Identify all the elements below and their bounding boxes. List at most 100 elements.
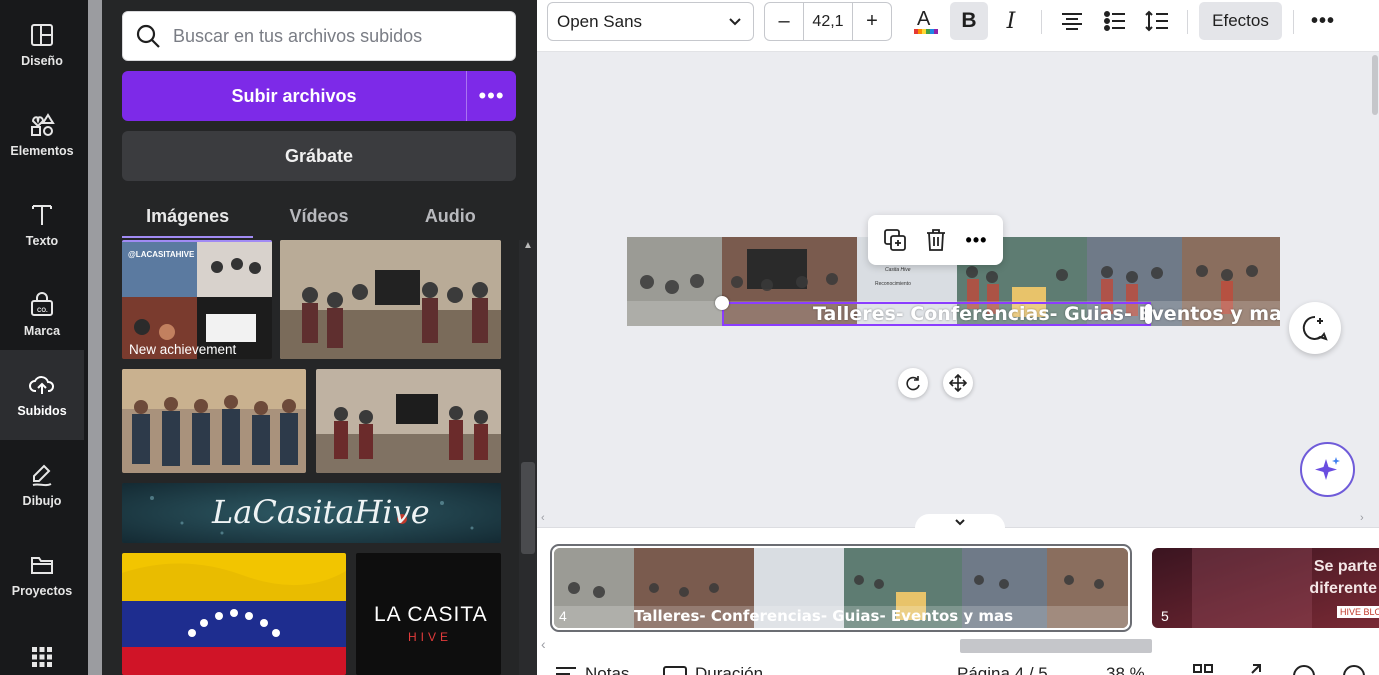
page-thumbnail-5[interactable]: Se parte diferente HIVE BLOG 5	[1152, 548, 1379, 628]
notes-label: Notas	[585, 664, 630, 675]
svg-text:CO.: CO.	[37, 308, 48, 314]
banner-text: LaCasitaHive	[212, 493, 430, 531]
resize-handle-right[interactable]	[1145, 304, 1152, 324]
font-family-select[interactable]: Open Sans	[547, 2, 754, 41]
resize-handle-left[interactable]	[715, 296, 729, 310]
more-options-button[interactable]: •••	[962, 225, 992, 255]
italic-icon: I	[1006, 8, 1016, 34]
delete-button[interactable]	[921, 225, 951, 255]
zoom-control[interactable]: 38 %	[1106, 664, 1145, 675]
scroll-left-arrow-icon[interactable]: ‹	[541, 636, 546, 652]
increase-font-size-button[interactable]: +	[853, 3, 891, 40]
move-button[interactable]	[943, 368, 973, 398]
canvas-area: Reconocimiento Casita Hive Talleres- Con…	[537, 52, 1379, 527]
panel-scrollbar-thumb[interactable]	[521, 462, 535, 554]
page-thumbnail-4[interactable]: 4 Talleres- Conferencias- Guias- Eventos…	[550, 544, 1132, 632]
grid-view-icon	[1193, 664, 1213, 673]
rail-item-brand[interactable]: CO. Marca	[0, 270, 84, 360]
duration-button[interactable]: Duración	[663, 664, 763, 675]
rotate-button[interactable]	[898, 368, 928, 398]
venezuela-flag-image	[122, 553, 346, 675]
effects-button[interactable]: Efectos	[1199, 2, 1282, 40]
more-options-button[interactable]: •••	[1304, 2, 1342, 40]
toolbar-divider	[1293, 10, 1294, 34]
upload-button-group: Subir archivos •••	[122, 71, 516, 121]
rail-item-text[interactable]: Texto	[0, 180, 84, 270]
text-color-button[interactable]: A	[907, 2, 945, 40]
text-selection-box[interactable]	[722, 302, 1151, 326]
logo-subtext: HIVE	[408, 630, 453, 644]
certificate-title: Reconocimiento	[875, 281, 911, 287]
align-center-button[interactable]	[1053, 2, 1091, 40]
font-family-value: Open Sans	[557, 11, 643, 31]
toolbar-divider	[1041, 10, 1042, 34]
upload-thumbnail[interactable]	[280, 240, 501, 359]
group-photo-image	[316, 369, 501, 473]
page-filmstrip: 4 Talleres- Conferencias- Guias- Eventos…	[537, 514, 1379, 675]
rail-item-draw[interactable]: Dibujo	[0, 440, 84, 530]
rail-item-uploads[interactable]: Subidos	[0, 350, 84, 440]
tab-images[interactable]: Imágenes	[122, 196, 254, 238]
bullet-list-icon	[1104, 11, 1125, 31]
upload-thumbnail[interactable]: LaCasitaHive	[122, 483, 501, 543]
canvas-vertical-scrollbar[interactable]	[1372, 55, 1378, 115]
search-input[interactable]	[173, 25, 493, 47]
grid-view-button[interactable]	[1193, 664, 1213, 675]
upload-files-button[interactable]: Subir archivos	[122, 71, 466, 121]
canva-editor: Diseño Elementos Texto CO. Marca Subidos…	[0, 0, 1379, 675]
thumbnail-overlay-text: New achievement	[129, 342, 237, 357]
svg-text:A: A	[917, 8, 931, 30]
shapes-icon	[31, 113, 55, 136]
group-photo-image	[280, 240, 501, 359]
tab-audio[interactable]: Audio	[385, 196, 516, 238]
page-text-line: diferente	[1309, 580, 1377, 597]
hive-badge: HIVE BLOG	[1337, 606, 1379, 618]
rail-item-apps[interactable]	[0, 620, 84, 675]
notes-button[interactable]: Notas	[555, 664, 629, 675]
page-text-line: Se parte	[1313, 558, 1377, 575]
record-yourself-button[interactable]: Grábate	[122, 131, 516, 181]
spacing-button[interactable]	[1138, 2, 1176, 40]
rail-item-design[interactable]: Diseño	[0, 0, 84, 90]
bold-button[interactable]: B	[950, 2, 988, 40]
layout-icon	[31, 24, 53, 46]
scroll-left-arrow-icon[interactable]: ‹	[541, 512, 545, 524]
comment-add-icon	[1302, 315, 1328, 341]
rail-label: Subidos	[17, 404, 67, 418]
fullscreen-button[interactable]	[1243, 664, 1261, 675]
logo-text: LA CASITA	[374, 603, 488, 626]
upload-thumbnail[interactable]: @LACASITAHIVE New achievement	[122, 240, 272, 359]
font-size-input[interactable]: 42,1	[803, 3, 853, 40]
duplicate-button[interactable]	[880, 225, 910, 255]
help-icon	[1343, 665, 1365, 675]
upload-thumbnail[interactable]	[122, 553, 346, 675]
filmstrip-scrollbar-thumb[interactable]	[960, 639, 1152, 653]
decrease-font-size-button[interactable]: –	[765, 3, 803, 40]
upload-thumbnail[interactable]	[122, 369, 306, 473]
rail-item-projects[interactable]: Proyectos	[0, 530, 84, 620]
upload-thumbnail[interactable]: LA CASITA HIVE	[356, 553, 501, 675]
upload-more-button[interactable]: •••	[466, 71, 516, 121]
rail-label: Texto	[25, 234, 59, 248]
check-button[interactable]	[1293, 664, 1315, 675]
help-button[interactable]	[1343, 664, 1365, 675]
add-comment-button[interactable]	[1289, 302, 1341, 354]
panel-scrollbar-track[interactable]	[519, 240, 537, 675]
italic-button[interactable]: I	[992, 2, 1030, 40]
magic-assistant-button[interactable]	[1300, 442, 1355, 497]
scroll-up-arrow-icon[interactable]: ▲	[523, 240, 533, 251]
rail-item-elements[interactable]: Elementos	[0, 90, 84, 180]
page-thumbnail-content: 4 Talleres- Conferencias- Guias- Eventos…	[554, 548, 1128, 628]
list-button[interactable]	[1096, 2, 1134, 40]
rail-label: Marca	[23, 324, 61, 338]
certificate-name: Casita Hive	[885, 267, 911, 273]
tab-videos[interactable]: Vídeos	[253, 196, 384, 238]
search-box[interactable]	[122, 11, 516, 61]
upload-thumbnail[interactable]	[316, 369, 501, 473]
align-center-icon	[1062, 13, 1082, 30]
scroll-right-arrow-icon[interactable]: ›	[1360, 512, 1364, 524]
uploads-panel: Subir archivos ••• Grábate Imágenes Víde…	[102, 0, 537, 675]
page-indicator[interactable]: Página 4 / 5	[957, 664, 1048, 675]
filmstrip-toggle-button[interactable]	[915, 514, 1005, 530]
timer-icon	[663, 666, 687, 675]
